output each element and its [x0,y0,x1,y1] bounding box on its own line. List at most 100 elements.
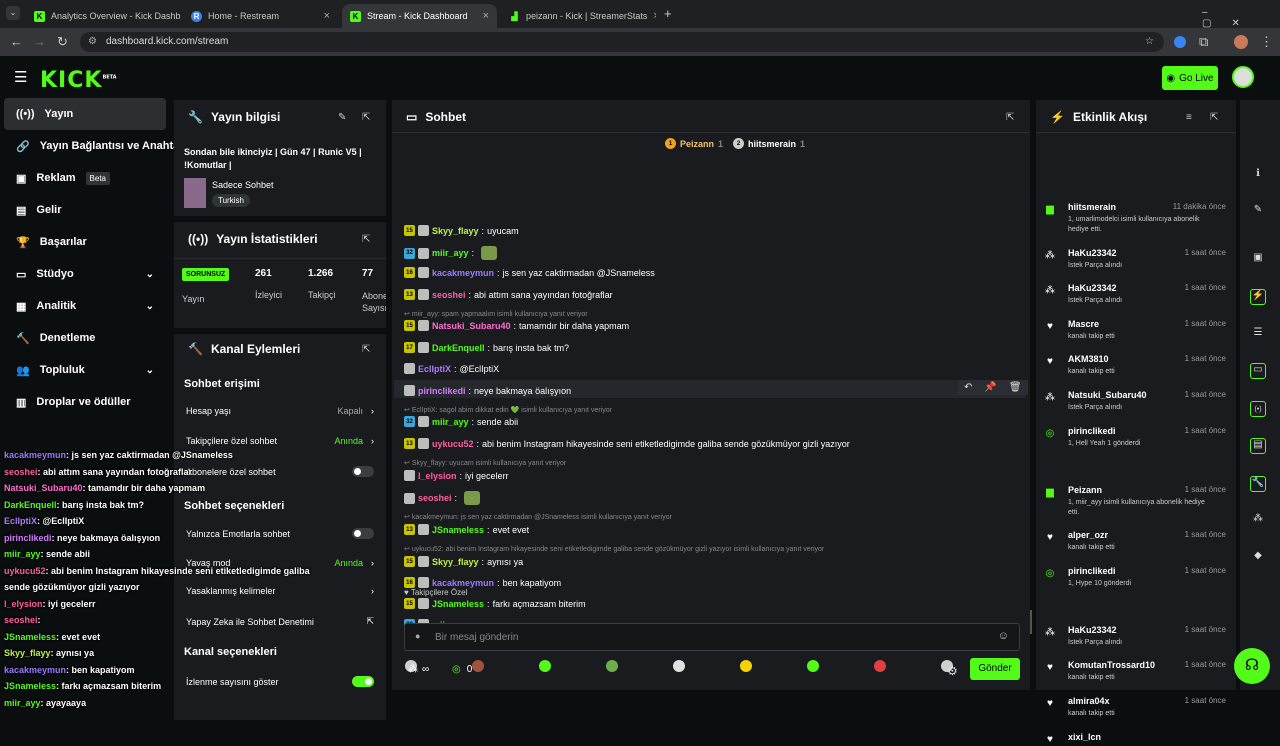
sidebar-item-community[interactable]: 👥Topluluk⌄ [4,354,166,386]
window-controls[interactable]: –▢✕ [1202,7,1280,29]
event-username[interactable]: KomutanTrossard10 [1068,660,1155,670]
tab-stream[interactable]: KStream - Kick Dashboard× [342,4,497,28]
points-icon[interactable]: ⁂ [1250,513,1266,529]
close-icon[interactable]: × [647,10,656,22]
event-username[interactable]: AKM3810 [1068,354,1109,364]
chat-username[interactable]: Skyy_flayy [432,226,479,236]
list-icon[interactable]: ☰ [1250,327,1266,343]
quick-emote-icon[interactable] [606,660,618,672]
extensions-puzzle-icon[interactable]: ⧉ [1199,34,1208,50]
forward-icon[interactable]: → [33,34,46,49]
lightning-icon[interactable]: ⚡ [1250,289,1266,305]
chat-username[interactable]: seoshei [432,290,466,300]
chat-message[interactable]: 16kacakmeymun:ben kapatiyom [404,577,561,588]
user-avatar[interactable] [1232,66,1254,88]
subs-only-toggle[interactable] [352,466,374,477]
chat-input[interactable]: ● Bir mesaj gönderin ☺ [404,623,1020,651]
quick-emote-icon[interactable] [539,660,551,672]
chat-message[interactable]: 13JSnameless:evet evet [404,524,529,535]
chat-username[interactable]: miir_ayy [432,248,469,258]
filter-icon[interactable]: ≡ [1186,112,1192,123]
chat-username[interactable]: miir_ayy [432,417,469,427]
chat-message[interactable]: seoshei: [404,491,480,505]
broadcast-icon[interactable]: (•) [1250,401,1266,417]
wrench-icon[interactable]: 🔧 [1250,476,1266,492]
chat-username[interactable]: l_elysion [418,471,457,481]
emoji-icon[interactable]: ☺ [998,630,1009,642]
sidebar-item-revenue[interactable]: ▤Gelir [4,194,166,226]
quick-emote-icon[interactable] [472,660,484,672]
tab-restream[interactable]: RHome - Restream× [183,4,338,28]
chat-message[interactable]: 13uykucu52:abi benim Instagram hikayesin… [404,438,850,449]
new-tab-button[interactable]: + [664,6,672,21]
chat-message[interactable]: 13seoshei:abi attım sana yayından fotoğr… [404,289,613,300]
chat-username[interactable]: Skyy_flayy [432,557,479,567]
back-icon[interactable]: ← [10,34,23,49]
chat-username[interactable]: JSnameless [432,525,484,535]
chat-message[interactable]: 15Skyy_flayy:aynısı ya [404,556,523,567]
chat-message[interactable]: 15JSnameless:farkı açmazsam biterim [404,598,586,609]
sidebar-item-stream[interactable]: ((•))Yayın [4,98,166,130]
chat-message[interactable]: l_elysion:iyi gecelerr [404,470,509,481]
slow-mode-row[interactable]: Yavaş modAnında› [174,558,386,568]
kicks-balance[interactable]: ◎0 [452,664,472,675]
url-field[interactable]: ⚙dashboard.kick.com/stream☆ [80,32,1164,52]
event-username[interactable]: Peizann [1068,485,1102,495]
emote-only-row[interactable]: Yalnızca Emotlarla sohbet [174,528,386,539]
event-username[interactable]: almira04x [1068,696,1110,706]
info-icon[interactable]: ℹ [1250,168,1266,184]
sidebar-item-ads[interactable]: ▣ReklamBeta [4,162,166,194]
popout-icon[interactable]: ⇱ [362,112,370,123]
sidebar-item-studio[interactable]: ▭Stüdyo⌄ [4,258,166,290]
site-info-icon[interactable]: ⚙ [88,32,97,52]
show-viewers-toggle[interactable] [352,676,374,687]
bookmark-star-icon[interactable]: ☆ [1145,32,1154,52]
show-viewers-row[interactable]: İzlenme sayısını göster [174,676,386,687]
chat-username[interactable]: DarkEnquell [432,343,485,353]
banned-words-row[interactable]: Yasaklanmış kelimeler› [174,586,386,596]
chat-message[interactable]: EclIptiX:@EclIptiX [404,363,499,374]
followers-only-row[interactable]: Takipçilere özel sohbetAnında› [174,436,386,446]
pin-icon[interactable]: 📌 [984,382,996,393]
chat-message[interactable]: 15Natsuki_Subaru40:tamamdır bir daha yap… [404,320,629,331]
popout-icon[interactable]: ⇱ [362,344,370,355]
chat-username[interactable]: JSnameless [432,599,484,609]
event-username[interactable]: Mascre [1068,319,1099,329]
hamburger-menu-icon[interactable]: ☰ [14,68,27,86]
event-username[interactable]: HaKu23342 [1068,625,1117,635]
chat-username[interactable]: Natsuki_Subaru40 [432,321,511,331]
browser-menu-icon[interactable]: ⋮ [1260,34,1273,50]
tab-search-icon[interactable]: ⌄ [6,6,20,20]
chat-username[interactable]: kacakmeymun [432,268,494,278]
popout-icon[interactable]: ⇱ [1006,112,1014,123]
close-icon[interactable]: × [477,10,489,22]
account-age-row[interactable]: Hesap yaşıKapalı› [174,406,386,416]
quick-emote-icon[interactable] [874,660,886,672]
edit-icon[interactable]: ✎ [338,112,346,123]
sidebar-item-stream-key[interactable]: 🔗Yayın Bağlantısı ve Anahtarı [4,130,174,162]
event-username[interactable]: HaKu23342 [1068,248,1117,258]
quick-emote-icon[interactable] [740,660,752,672]
subs-only-row[interactable]: Abonelere özel sohbet [174,466,386,477]
extension-icon[interactable] [1174,36,1186,48]
chat-message[interactable]: 32miir_ayy:sende abii [404,416,518,427]
tab-analytics[interactable]: KAnalytics Overview - Kick Dashb× [26,4,181,28]
chat-username[interactable]: seoshei [418,493,452,503]
sidebar-item-achievements[interactable]: 🏆Başarılar [4,226,166,258]
popout-icon[interactable]: ⇱ [1210,112,1218,123]
event-username[interactable]: HaKu23342 [1068,283,1117,293]
event-username[interactable]: xixi_lcn [1068,732,1101,742]
kick-logo[interactable]: KICKBETA [40,68,117,93]
tab-streamerstats[interactable]: ▟peizann - Kick | StreamerStats× [501,4,656,28]
quick-emote-icon[interactable] [807,660,819,672]
chat-message[interactable]: 32miir_ayy: [404,246,497,260]
send-button[interactable]: Gönder [970,658,1020,680]
reload-icon[interactable]: ↻ [57,34,68,50]
chat-message[interactable]: 16kacakmeymun:js sen yaz caktirmadan @JS… [404,267,655,278]
sidebar-item-drops[interactable]: ▥Droplar ve ödüller [4,386,166,418]
loyalty-points[interactable]: ⁂∞ [408,664,429,675]
event-username[interactable]: pirinclikedi [1068,426,1116,436]
chat-message[interactable]: 15Skyy_flayy:uyucam [404,225,519,236]
sidebar-item-moderation[interactable]: 🔨Denetleme [4,322,166,354]
edit-icon[interactable]: ✎ [1250,204,1266,220]
